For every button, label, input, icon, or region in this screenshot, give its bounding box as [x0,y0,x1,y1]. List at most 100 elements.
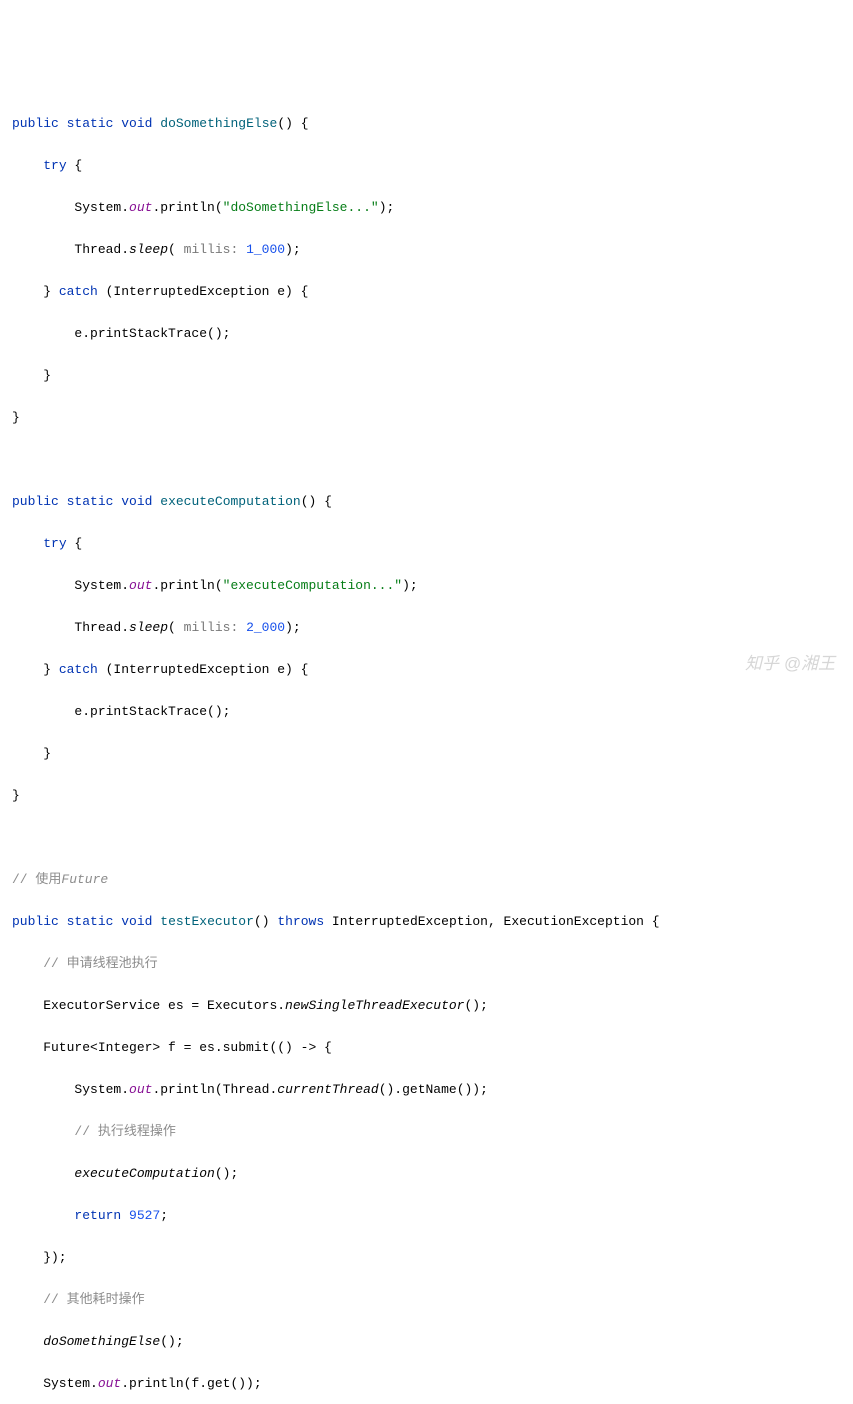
code-text: ( [168,242,184,257]
param-hint: millis: [184,620,246,635]
method-curthread: currentThread [277,1082,378,1097]
code-line: // 其他耗时操作 [12,1289,841,1310]
code-line: } [12,365,841,386]
code-text: ); [402,578,418,593]
comment-italic: Future [61,872,108,887]
method-sleep: sleep [129,620,168,635]
code-text: ); [285,242,301,257]
code-text: System. [12,578,129,593]
code-text: } [12,788,20,803]
field-out: out [129,200,152,215]
keyword-return: return [74,1208,121,1223]
keyword-catch: catch [59,284,98,299]
comment: // 其他耗时操作 [12,1292,145,1307]
keyword-void: void [121,116,152,131]
keyword-public: public [12,914,59,929]
code-line: System.out.println(f.get()); [12,1373,841,1394]
keyword-public: public [12,494,59,509]
code-text: (); [464,998,487,1013]
code-text: System. [12,200,129,215]
code-text: } [12,368,51,383]
code-text: InterruptedException, ExecutionException… [324,914,659,929]
code-text: .println(f.get()); [121,1376,261,1391]
keyword-static: static [67,494,114,509]
code-text: { [67,158,83,173]
code-line: } [12,407,841,428]
comment: // 执行线程操作 [12,1124,176,1139]
code-line: ExecutorService es = Executors.newSingle… [12,995,841,1016]
code-line: }); [12,1247,841,1268]
code-text: () { [301,494,332,509]
code-line: System.out.println("doSomethingElse...")… [12,197,841,218]
code-line: System.out.println("executeComputation..… [12,575,841,596]
code-text: (); [160,1334,183,1349]
string-literal: "executeComputation..." [223,578,402,593]
code-text: (InterruptedException e) { [98,662,309,677]
keyword-void: void [121,494,152,509]
number-literal: 2_000 [246,620,285,635]
param-hint: millis: [184,242,246,257]
string-literal: "doSomethingElse..." [223,200,379,215]
code-text: ExecutorService es = Executors. [12,998,285,1013]
code-text: } [12,746,51,761]
code-line: Thread.sleep( millis: 2_000); [12,617,841,638]
code-text: (InterruptedException e) { [98,284,309,299]
method-dose: doSomethingElse [43,1334,160,1349]
code-line: Thread.sleep( millis: 1_000); [12,239,841,260]
code-line: } catch (InterruptedException e) { [12,659,841,680]
code-text: ); [285,620,301,635]
code-line: doSomethingElse(); [12,1331,841,1352]
code-line: public static void testExecutor() throws… [12,911,841,932]
code-text: } [12,662,59,677]
keyword-try: try [43,158,66,173]
code-line: try { [12,155,841,176]
code-line: executeComputation(); [12,1163,841,1184]
code-text: { [67,536,83,551]
keyword-try: try [43,536,66,551]
code-line: System.out.println(Thread.currentThread(… [12,1079,841,1100]
field-out: out [98,1376,121,1391]
number-literal: 1_000 [246,242,285,257]
code-line: return 9527; [12,1205,841,1226]
code-block: public static void doSomethingElse() { t… [12,92,841,1404]
code-text: e.printStackTrace(); [12,704,230,719]
keyword-static: static [67,116,114,131]
keyword-void: void [121,914,152,929]
code-text: ; [160,1208,168,1223]
code-line: // 执行线程操作 [12,1121,841,1142]
blank-line [12,827,841,848]
code-line: } [12,743,841,764]
code-text: ); [379,200,395,215]
code-text: } [12,284,59,299]
method-name: doSomethingElse [160,116,277,131]
code-text: System. [12,1376,98,1391]
field-out: out [129,578,152,593]
code-line: public static void doSomethingElse() { [12,113,841,134]
number-literal: 9527 [129,1208,160,1223]
method-name: executeComputation [160,494,300,509]
code-line: Future<Integer> f = es.submit(() -> { [12,1037,841,1058]
keyword-throws: throws [277,914,324,929]
code-line: // 申请线程池执行 [12,953,841,974]
code-text: .println( [152,578,222,593]
method-newexec: newSingleThreadExecutor [285,998,464,1013]
keyword-public: public [12,116,59,131]
keyword-static: static [67,914,114,929]
code-text: Thread. [12,242,129,257]
code-line: // 使用Future [12,869,841,890]
code-text: e.printStackTrace(); [12,326,230,341]
code-line: } catch (InterruptedException e) { [12,281,841,302]
blank-line [12,449,841,470]
code-line: e.printStackTrace(); [12,323,841,344]
code-text: }); [12,1250,67,1265]
comment: // 使用 [12,872,61,887]
method-execcomp: executeComputation [74,1166,214,1181]
method-name: testExecutor [160,914,254,929]
comment: // 申请线程池执行 [12,956,158,971]
code-text: Thread. [12,620,129,635]
code-line: try { [12,533,841,554]
code-text: System. [12,1082,129,1097]
code-text: Future<Integer> f = es.submit(() -> { [12,1040,332,1055]
code-text: } [12,410,20,425]
code-text: ().getName()); [379,1082,488,1097]
